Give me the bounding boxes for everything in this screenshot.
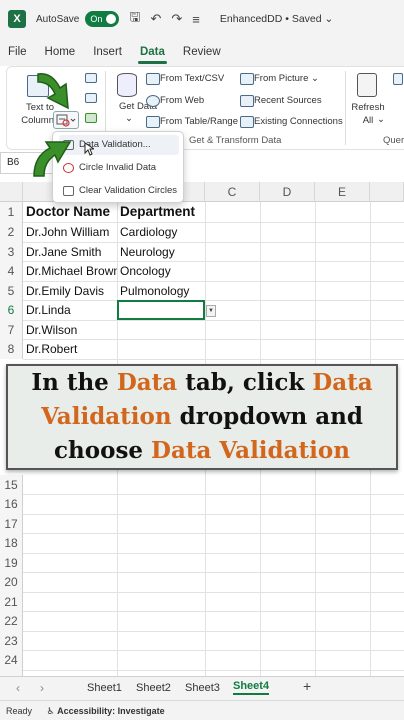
get-data-caret-icon[interactable]: ⌄ [125, 113, 133, 124]
autosave-toggle[interactable]: On [85, 11, 120, 27]
tab-review[interactable]: Review [181, 42, 223, 62]
cell-a2[interactable]: Dr.John William [24, 222, 117, 242]
row-header-18[interactable]: 18 [0, 533, 23, 553]
row-header-5[interactable]: 5 [0, 281, 23, 301]
cell-dropdown-arrow-icon[interactable]: ▼ [206, 305, 216, 317]
get-data-icon[interactable] [117, 73, 137, 97]
pointer-arrow-icon [37, 73, 69, 110]
cell-a7[interactable]: Dr.Wilson [24, 320, 117, 340]
row-header-6[interactable]: 6 [0, 300, 23, 320]
tab-home[interactable]: Home [43, 42, 78, 62]
sheet-tab-sheet4[interactable]: Sheet4 [233, 680, 270, 695]
cell-a3[interactable]: Dr.Jane Smith [24, 242, 117, 262]
row-header-2[interactable]: 2 [0, 222, 23, 242]
from-text-csv-icon [146, 73, 160, 85]
customize-quick-access-icon[interactable]: ≡ [192, 12, 200, 27]
row-header-8[interactable]: 8 [0, 339, 23, 359]
autosave-label: AutoSave [36, 13, 80, 25]
cell-b5[interactable]: Pulmonology [118, 281, 205, 301]
from-table-range-icon [146, 116, 160, 128]
flash-fill-icon[interactable] [85, 73, 97, 83]
from-picture-button[interactable]: From Picture ⌄ [254, 73, 319, 84]
existing-connections-icon [240, 116, 254, 128]
from-text-csv-button[interactable]: From Text/CSV [160, 73, 224, 84]
row-header-16[interactable]: 16 [0, 494, 23, 514]
column-header-f[interactable] [370, 182, 404, 202]
recent-sources-button[interactable]: Recent Sources [254, 95, 322, 106]
existing-connections-button[interactable]: Existing Connections [254, 116, 343, 127]
row-header-21[interactable]: 21 [0, 592, 23, 612]
row-header-3[interactable]: 3 [0, 242, 23, 262]
status-ready: Ready [6, 706, 33, 716]
queries-group-label: Querie [383, 135, 404, 146]
cell-a1[interactable]: Doctor Name [24, 202, 117, 222]
sheet-tab-sheet2[interactable]: Sheet2 [136, 682, 171, 694]
scroll-right-icon[interactable]: › [40, 681, 44, 695]
select-all-corner[interactable] [0, 182, 23, 202]
excel-logo-icon: X [8, 10, 26, 28]
row-header-15[interactable]: 15 [0, 475, 23, 495]
add-sheet-button[interactable]: + [303, 678, 311, 694]
sheet-tab-sheet3[interactable]: Sheet3 [185, 682, 220, 694]
cell-b3[interactable]: Neurology [118, 242, 205, 262]
cell-a4[interactable]: Dr.Michael Brown [24, 261, 117, 281]
mouse-cursor-icon [84, 142, 94, 156]
column-header-e[interactable]: E [315, 182, 370, 202]
refresh-all-caret-icon[interactable]: ⌄ [377, 114, 385, 125]
row-header-17[interactable]: 17 [0, 514, 23, 534]
row-header-19[interactable]: 19 [0, 553, 23, 573]
highlight-data: Data [116, 369, 178, 396]
accessibility-status[interactable]: Accessibility: Investigate [57, 706, 165, 716]
save-icon[interactable]: 🖫 [129, 8, 140, 30]
row-header-24[interactable]: 24 [0, 650, 23, 670]
cell-b4[interactable]: Oncology [118, 261, 205, 281]
queries-icon[interactable] [393, 73, 403, 85]
row-header-22[interactable]: 22 [0, 611, 23, 631]
from-web-icon [146, 95, 160, 107]
row-header-4[interactable]: 4 [0, 261, 23, 281]
recent-sources-icon [240, 95, 254, 107]
cell-a6[interactable]: Dr.Linda [24, 300, 117, 320]
row-header-7[interactable]: 7 [0, 320, 23, 340]
status-bar: Ready ♿ Accessibility: Investigate [0, 700, 404, 720]
undo-icon[interactable]: ↶ [150, 11, 161, 27]
from-picture-icon [240, 73, 254, 85]
clear-circles-icon [63, 186, 74, 196]
sheet-tab-bar: ‹ › Sheet1 Sheet2 Sheet3 Sheet4 + [0, 676, 404, 700]
instruction-text: In the Data tab, click Data Validation d… [31, 369, 373, 464]
highlight-data-validation-2: Data Validation [151, 437, 350, 464]
column-header-c[interactable]: C [205, 182, 260, 202]
document-title[interactable]: EnhancedDD • Saved ⌄ [220, 13, 333, 25]
refresh-all-icon[interactable] [357, 73, 377, 97]
redo-icon[interactable]: ↷ [171, 11, 182, 27]
sheet-tab-sheet1[interactable]: Sheet1 [87, 682, 122, 694]
tab-data[interactable]: Data [137, 42, 167, 64]
cell-b1[interactable]: Department [118, 202, 205, 222]
from-table-range-button[interactable]: From Table/Range [160, 116, 238, 127]
cell-b2[interactable]: Cardiology [118, 222, 205, 242]
pointer-arrow-icon-2 [33, 141, 72, 177]
scroll-left-icon[interactable]: ‹ [16, 681, 20, 695]
row-header-20[interactable]: 20 [0, 572, 23, 592]
from-web-button[interactable]: From Web [160, 95, 204, 106]
row-header-1[interactable]: 1 [0, 202, 23, 222]
menu-item-clear-validation-circles[interactable]: Clear Validation Circles [59, 181, 179, 201]
tab-insert[interactable]: Insert [91, 42, 124, 62]
title-bar: X AutoSave On 🖫 ↶ ↷ ≡ EnhancedDD • Saved… [0, 0, 404, 38]
tab-file[interactable]: File [6, 42, 29, 62]
consolidate-icon[interactable] [85, 113, 97, 123]
column-header-d[interactable]: D [260, 182, 315, 202]
row-header-23[interactable]: 23 [0, 631, 23, 651]
accessibility-icon: ♿ [46, 706, 55, 716]
remove-duplicates-icon[interactable] [85, 93, 97, 103]
ribbon-tabs: File Home Insert Data Review [0, 38, 404, 66]
cell-a8[interactable]: Dr.Robert [24, 339, 117, 359]
instruction-banner: In the Data tab, click Data Validation d… [6, 364, 398, 470]
cell-a5[interactable]: Dr.Emily Davis [24, 281, 117, 301]
get-transform-group-label: Get & Transform Data [189, 135, 282, 146]
selected-cell-b6[interactable] [117, 300, 205, 320]
